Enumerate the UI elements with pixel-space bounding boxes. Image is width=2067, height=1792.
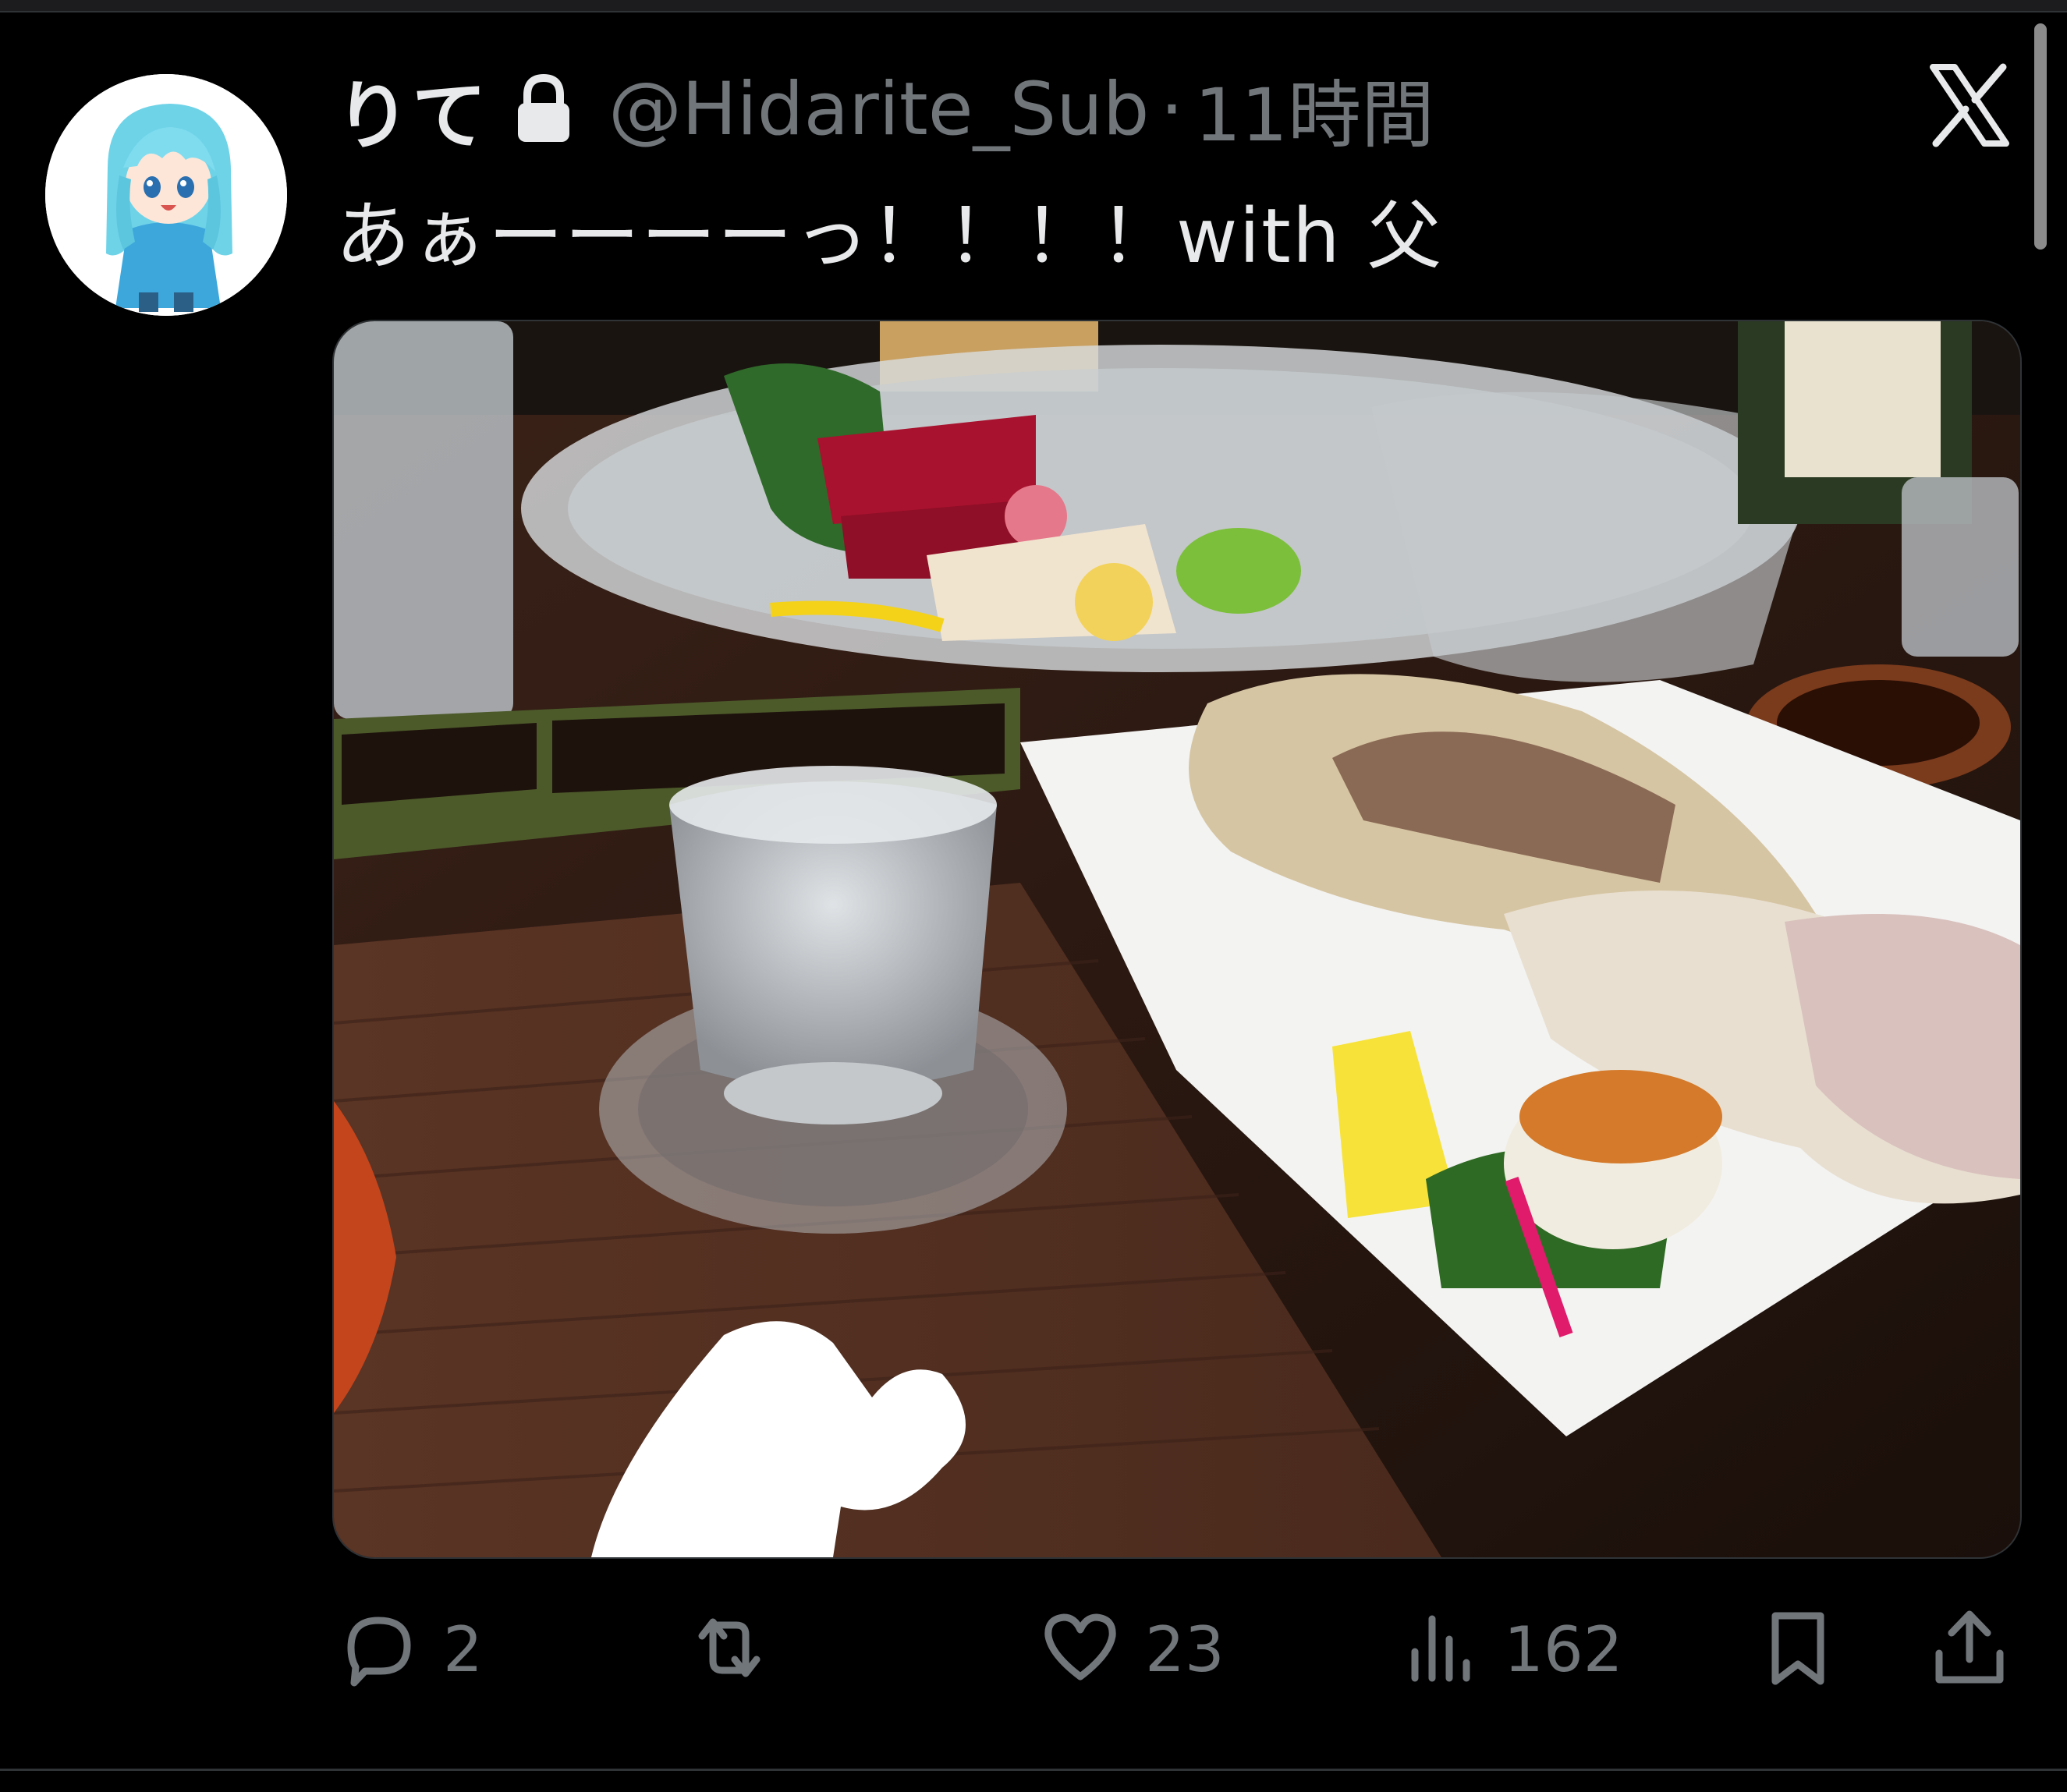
separator-dot: · — [1160, 66, 1184, 152]
x-logo-icon — [1927, 62, 2012, 148]
handle[interactable]: @Hidarite_Sub — [608, 67, 1149, 152]
reply-count: 2 — [443, 1613, 483, 1686]
reply-icon — [335, 1605, 421, 1694]
retweet-button[interactable] — [686, 1606, 794, 1692]
bookmark-button[interactable] — [1755, 1606, 1841, 1692]
tweet-text: あぁーーーーっ！！！！with 父 — [335, 193, 1444, 280]
lock-icon — [512, 72, 576, 147]
tweet-header: りて @Hidarite_Sub · 11時間 — [335, 66, 1434, 160]
retweet-icon — [686, 1605, 772, 1694]
action-bar: 2 23 162 — [335, 1606, 2020, 1692]
avatar[interactable] — [45, 74, 287, 316]
views-icon — [1396, 1605, 1482, 1694]
like-count: 23 — [1145, 1613, 1225, 1686]
bottom-divider — [0, 1769, 2067, 1771]
bookmark-icon — [1755, 1605, 1841, 1694]
heart-icon — [1037, 1605, 1123, 1694]
like-button[interactable]: 23 — [1037, 1606, 1225, 1692]
views-count: 162 — [1504, 1613, 1623, 1686]
share-button[interactable] — [1927, 1606, 2012, 1692]
views-button[interactable]: 162 — [1396, 1606, 1623, 1692]
top-divider — [0, 0, 2067, 12]
share-icon — [1927, 1605, 2012, 1694]
reply-button[interactable]: 2 — [335, 1606, 483, 1692]
display-name[interactable]: りて — [335, 55, 488, 164]
avatar-illustration — [45, 74, 287, 316]
timestamp[interactable]: 11時間 — [1194, 56, 1434, 162]
tweet-media-photo[interactable] — [332, 320, 2022, 1559]
scrollbar[interactable] — [2034, 23, 2047, 250]
